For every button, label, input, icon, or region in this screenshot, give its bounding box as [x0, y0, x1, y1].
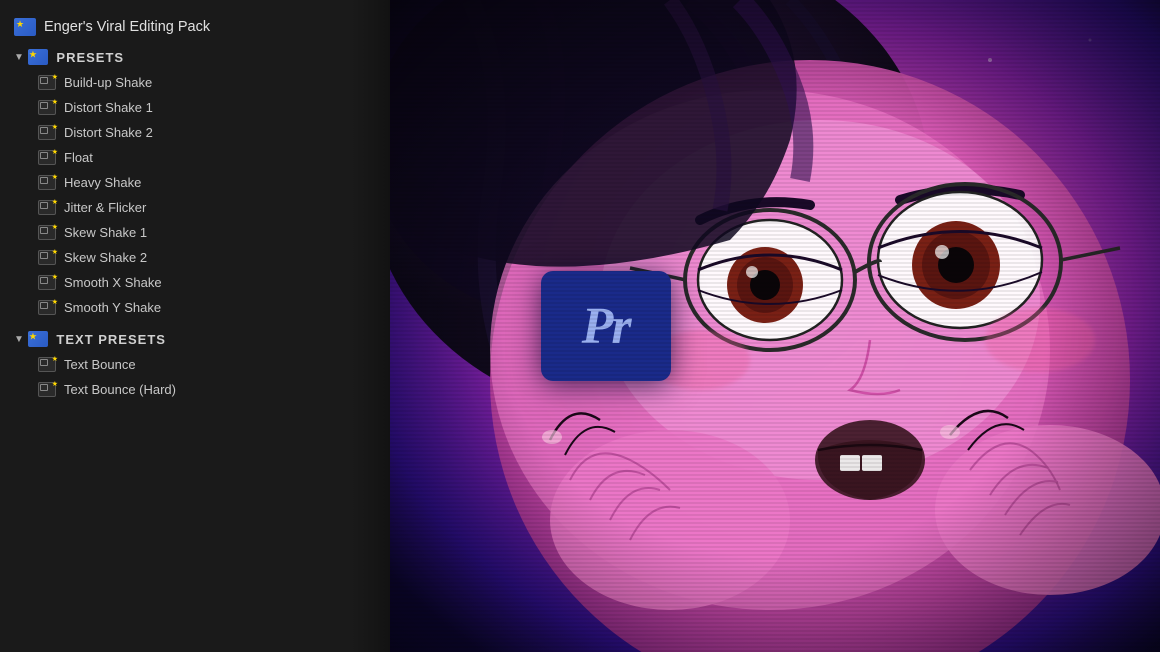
text-presets-list: Text Bounce Text Bounce (Hard): [10, 352, 390, 402]
preset-icon-float: [38, 150, 56, 165]
presets-folder-icon: [28, 49, 48, 65]
preset-icon-heavy-shake: [38, 175, 56, 190]
preset-item-distort-shake-1[interactable]: Distort Shake 1: [10, 95, 390, 120]
text-presets-section-header[interactable]: ▼ TEXT PRESETS: [10, 326, 390, 352]
preset-label-text-bounce: Text Bounce: [64, 357, 136, 372]
text-presets-section-label: TEXT PRESETS: [56, 332, 166, 347]
preset-label-text-bounce-hard: Text Bounce (Hard): [64, 382, 176, 397]
presets-section-label: PRESETS: [56, 50, 124, 65]
anime-background: Pr: [390, 0, 1160, 652]
preset-icon-smooth-x-shake: [38, 275, 56, 290]
preset-label-heavy-shake: Heavy Shake: [64, 175, 141, 190]
premiere-pro-logo: Pr: [541, 271, 671, 381]
preset-item-jitter-flicker[interactable]: Jitter & Flicker: [10, 195, 390, 220]
text-presets-folder-icon: [28, 331, 48, 347]
left-panel: Enger's Viral Editing Pack ▼ PRESETS Bui…: [0, 0, 390, 652]
preset-icon-distort-shake-2: [38, 125, 56, 140]
root-pack-label: Enger's Viral Editing Pack: [44, 19, 210, 35]
preset-icon-skew-shake-1: [38, 225, 56, 240]
preset-item-text-bounce-hard[interactable]: Text Bounce (Hard): [10, 377, 390, 402]
pr-logo-text: Pr: [582, 297, 630, 356]
preset-item-build-up-shake[interactable]: Build-up Shake: [10, 70, 390, 95]
preset-label-jitter-flicker: Jitter & Flicker: [64, 200, 146, 215]
preset-icon-text-bounce: [38, 357, 56, 372]
root-pack-item[interactable]: Enger's Viral Editing Pack: [10, 12, 390, 42]
preset-item-smooth-x-shake[interactable]: Smooth X Shake: [10, 270, 390, 295]
preset-icon-distort-shake-1: [38, 100, 56, 115]
preset-icon-jitter-flicker: [38, 200, 56, 215]
preset-label-skew-shake-1: Skew Shake 1: [64, 225, 147, 240]
preset-label-distort-shake-2: Distort Shake 2: [64, 125, 153, 140]
presets-chevron: ▼: [14, 52, 24, 63]
root-folder-icon: [14, 18, 36, 36]
preset-icon-text-bounce-hard: [38, 382, 56, 397]
preset-item-heavy-shake[interactable]: Heavy Shake: [10, 170, 390, 195]
preset-item-text-bounce[interactable]: Text Bounce: [10, 352, 390, 377]
preset-item-skew-shake-2[interactable]: Skew Shake 2: [10, 245, 390, 270]
preset-label-build-up-shake: Build-up Shake: [64, 75, 152, 90]
preset-label-smooth-y-shake: Smooth Y Shake: [64, 300, 161, 315]
preset-icon-smooth-y-shake: [38, 300, 56, 315]
preset-item-skew-shake-1[interactable]: Skew Shake 1: [10, 220, 390, 245]
preview-panel: Pr: [390, 0, 1160, 652]
preset-item-float[interactable]: Float: [10, 145, 390, 170]
preset-item-smooth-y-shake[interactable]: Smooth Y Shake: [10, 295, 390, 320]
preset-label-distort-shake-1: Distort Shake 1: [64, 100, 153, 115]
preset-icon-skew-shake-2: [38, 250, 56, 265]
preset-item-distort-shake-2[interactable]: Distort Shake 2: [10, 120, 390, 145]
preset-label-smooth-x-shake: Smooth X Shake: [64, 275, 162, 290]
preset-label-skew-shake-2: Skew Shake 2: [64, 250, 147, 265]
app-container: Enger's Viral Editing Pack ▼ PRESETS Bui…: [0, 0, 1160, 652]
preset-icon-build-up-shake: [38, 75, 56, 90]
presets-list: Build-up Shake Distort Shake 1 Distort S…: [10, 70, 390, 320]
preset-label-float: Float: [64, 150, 93, 165]
anime-scene-svg: [390, 0, 1160, 652]
presets-section-header[interactable]: ▼ PRESETS: [10, 44, 390, 70]
text-presets-chevron: ▼: [14, 334, 24, 345]
